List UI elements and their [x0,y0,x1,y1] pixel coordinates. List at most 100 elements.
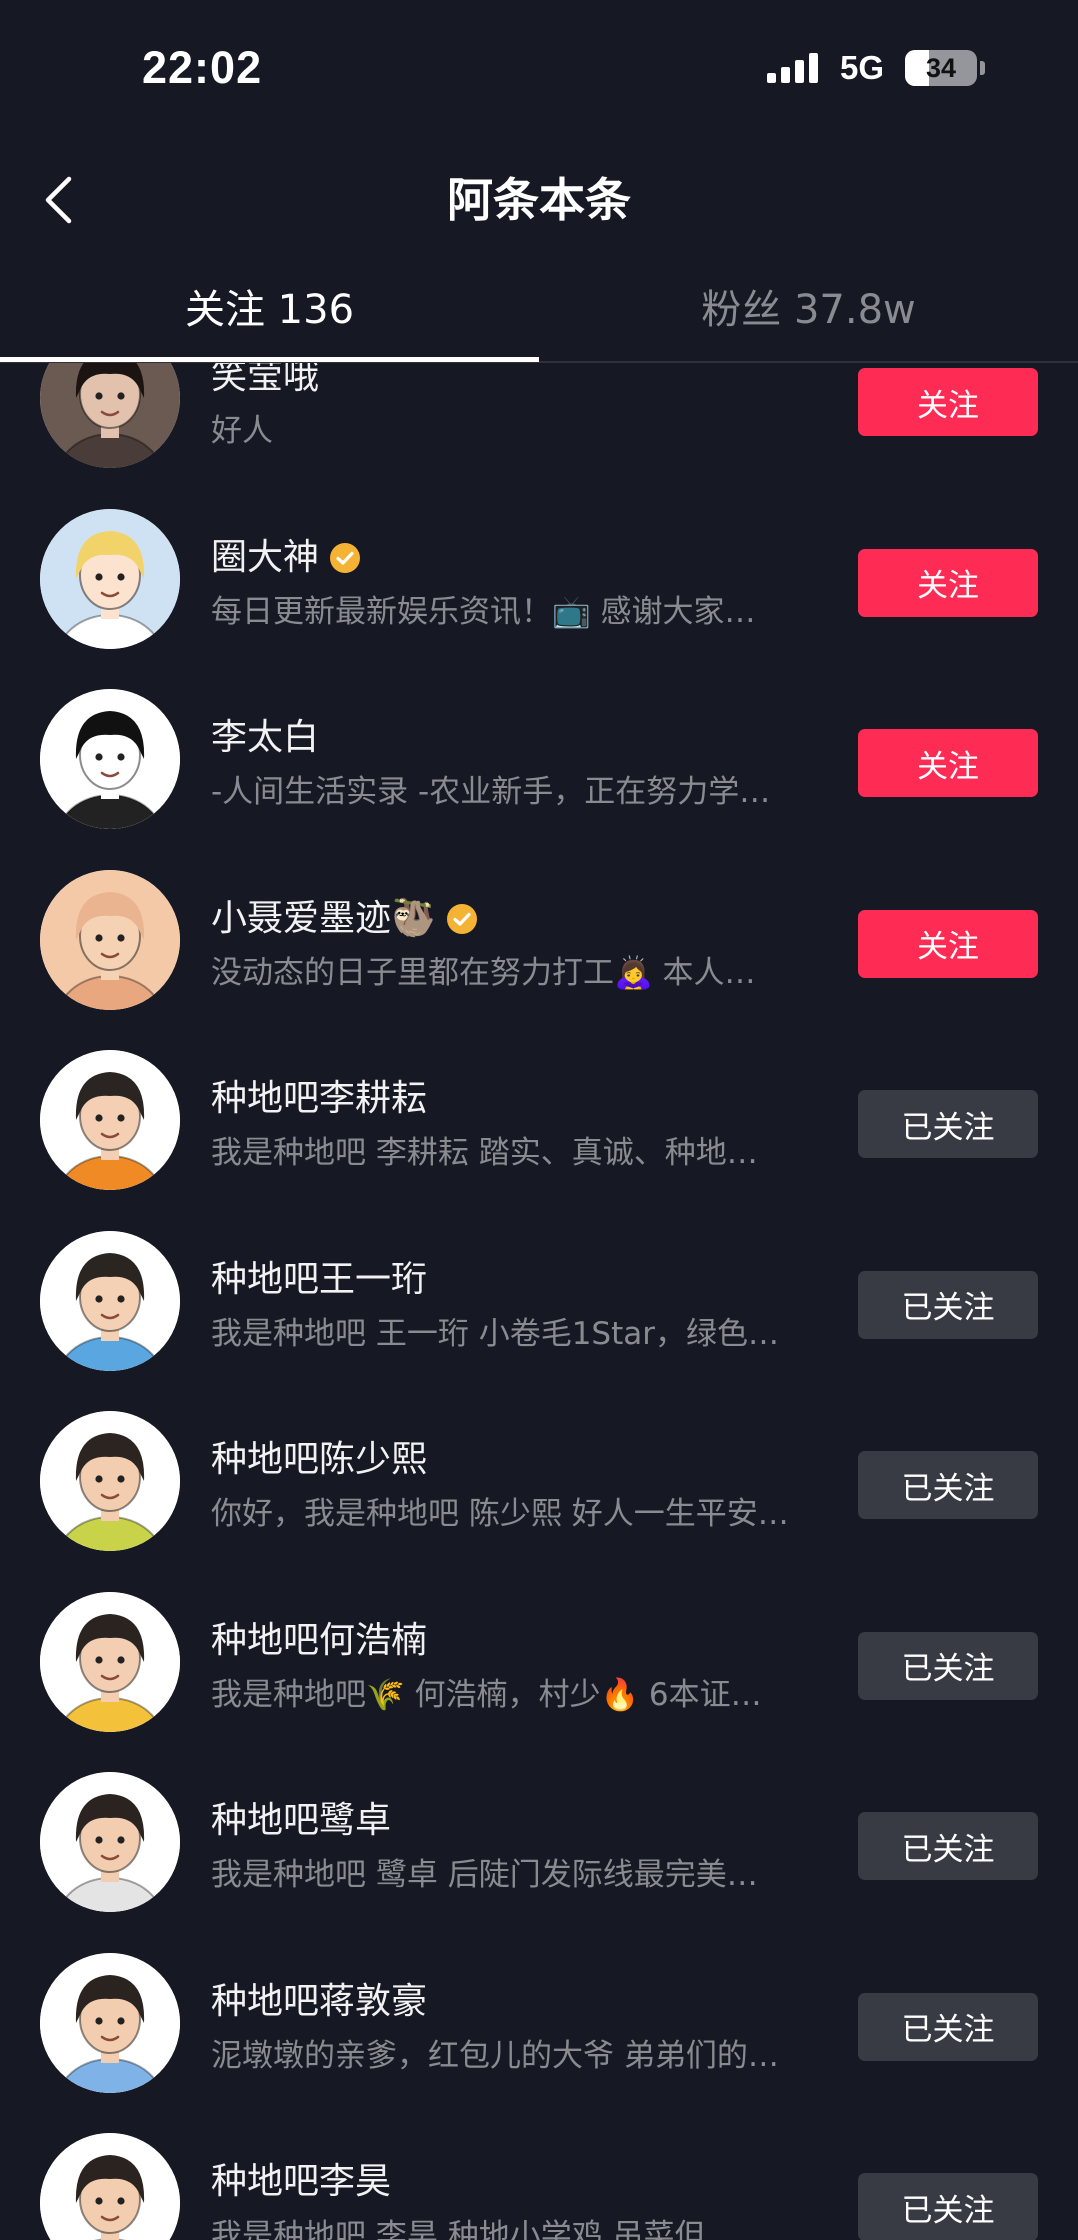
user-name: 小聂爱墨迹🦥 [211,897,436,939]
network-type: 5G [840,49,885,86]
following-list-content: 笑莹哦 好人 关注 圈大神 每日更新最新娱乐资讯！📺 感谢大家… 关注 李太白 [0,363,1078,2240]
follow-button[interactable]: 关注 [858,729,1038,797]
user-bio: 我是种地吧 李昊 种地小学鸡 吊菜但 [211,2218,706,2240]
following-button[interactable]: 已关注 [858,1631,1038,1700]
user-bio: -人间生活实录 -农业新手，正在努力学… [211,774,771,810]
list-item[interactable]: 种地吧鹭卓 我是种地吧 鹭卓 后陡门发际线最完美… 已关注 [0,1752,1078,1933]
user-name-line: 圈大神 [211,536,361,580]
tab-indicator [0,357,539,362]
follow-button-label: 关注 [917,929,979,965]
user-name: 圈大神 [211,536,320,578]
avatar[interactable] [40,1772,180,1912]
signal-bar [767,73,776,83]
avatar-image [40,2133,180,2240]
following-button[interactable]: 已关注 [858,1812,1038,1880]
user-name-line: 种地吧蒋敦豪 [211,1980,427,2024]
avatar[interactable] [40,1591,180,1732]
user-name-line: 种地吧李耕耘 [211,1077,427,1121]
user-name: 种地吧王一珩 [211,1258,428,1300]
list-item[interactable]: 圈大神 每日更新最新娱乐资讯！📺 感谢大家… 关注 [0,489,1078,670]
user-name: 种地吧李昊 [211,2161,392,2202]
user-name: 种地吧鹭卓 [211,1800,392,1841]
list-item[interactable]: 种地吧王一珩 我是种地吧 王一珩 小卷毛1Star，绿色… 已关注 [0,1211,1078,1392]
list-item[interactable]: 小聂爱墨迹🦥 没动态的日子里都在努力打工🙇‍♀️ 本人… 关注 [0,850,1078,1031]
user-name-line: 种地吧陈少熙 [211,1438,427,1482]
avatar[interactable] [40,2133,180,2240]
avatar[interactable] [40,1050,180,1190]
user-name-line: 小聂爱墨迹🦥 [211,897,478,941]
avatar-image [40,1230,180,1371]
user-bio: 我是种地吧 王一珩 小卷毛1Star，绿色… [211,1315,780,1352]
avatar[interactable] [40,1411,180,1551]
user-name-line: 李太白 [211,716,319,760]
follow-button-label: 已关注 [901,2012,995,2048]
user-bio: 每日更新最新娱乐资讯！📺 感谢大家… [211,593,756,630]
user-bio: 我是种地吧 鹭卓 后陡门发际线最完美… [211,1857,758,1893]
list-item[interactable]: 种地吧蒋敦豪 泥墩墩的亲爹，红包儿的大爷 弟弟们的… 已关注 [0,1933,1078,2114]
page-title: 阿条本条 [447,173,631,227]
avatar-image [40,363,180,468]
follow-button-label: 已关注 [901,1290,995,1326]
battery-nub [980,61,985,75]
follow-button-label: 关注 [917,748,979,785]
signal-bar [781,67,790,83]
tab-bar: 关注 136 粉丝 37.8w [0,262,1078,358]
avatar-image [40,869,180,1010]
tab-following[interactable]: 关注 136 [0,262,539,358]
user-name: 种地吧李耕耘 [211,1078,428,1119]
user-name-line: 种地吧鹭卓 [211,1799,391,1843]
avatar-image [40,508,180,649]
user-bio: 泥墩墩的亲爹，红包儿的大爷 弟弟们的… [211,2037,779,2074]
user-name-line: 种地吧王一珩 [211,1258,427,1302]
cellular-signal-icon [767,53,818,83]
list-item[interactable]: 种地吧何浩楠 我是种地吧🌾 何浩楠，村少🔥 6本证… 已关注 [0,1572,1078,1753]
following-list[interactable]: 笑莹哦 好人 关注 圈大神 每日更新最新娱乐资讯！📺 感谢大家… 关注 李太白 [0,363,1078,2240]
user-name-line: 笑莹哦 [211,363,319,399]
list-item[interactable]: 种地吧陈少熙 你好，我是种地吧 陈少熙 好人一生平安… 已关注 [0,1391,1078,1572]
signal-bar [795,60,804,83]
user-bio: 好人 [211,413,273,449]
user-name-line: 种地吧李昊 [211,2160,391,2204]
follow-button-label: 已关注 [901,1831,995,1868]
following-button[interactable]: 已关注 [858,1090,1038,1158]
avatar[interactable] [40,508,180,649]
user-name: 笑莹哦 [211,363,320,397]
tab-followers[interactable]: 粉丝 37.8w [539,262,1078,358]
follow-button-label: 已关注 [901,1651,995,1687]
list-item[interactable]: 种地吧李昊 我是种地吧 李昊 种地小学鸡 吊菜但 已关注 [0,2113,1078,2240]
avatar-image [40,1952,180,2093]
user-name: 种地吧蒋敦豪 [211,1980,428,2022]
chevron-left-icon[interactable] [44,176,74,224]
avatar-image [40,1591,180,1732]
signal-bar [809,53,818,83]
avatar-image [40,1050,180,1190]
user-bio: 我是种地吧 李耕耘 踏实、真诚、种地… [211,1135,758,1171]
avatar[interactable] [40,1952,180,2093]
following-button[interactable]: 已关注 [858,1451,1038,1519]
follow-button-label: 已关注 [901,1109,995,1146]
avatar-image [40,689,180,829]
list-item[interactable]: 笑莹哦 好人 关注 [0,363,1078,489]
user-bio: 我是种地吧🌾 何浩楠，村少🔥 6本证… [211,1676,762,1713]
avatar[interactable] [40,1230,180,1371]
avatar[interactable] [40,363,180,468]
follow-button-label: 已关注 [901,2192,995,2229]
list-item[interactable]: 种地吧李耕耘 我是种地吧 李耕耘 踏实、真诚、种地… 已关注 [0,1030,1078,1211]
avatar[interactable] [40,869,180,1010]
follow-button[interactable]: 关注 [858,548,1038,617]
verified-check-icon [446,903,478,935]
battery-icon: 34 [905,50,977,86]
follow-button[interactable]: 关注 [858,368,1038,436]
follow-button-label: 已关注 [901,1470,995,1507]
avatar[interactable] [40,689,180,829]
following-button[interactable]: 已关注 [858,1270,1038,1339]
follow-button-label: 关注 [917,387,979,424]
user-bio: 没动态的日子里都在努力打工🙇‍♀️ 本人… [211,954,756,991]
following-button[interactable]: 已关注 [858,2173,1038,2240]
status-time: 22:02 [142,42,263,93]
list-item[interactable]: 李太白 -人间生活实录 -农业新手，正在努力学… 关注 [0,669,1078,850]
verified-check-icon [329,542,361,574]
follow-button[interactable]: 关注 [858,909,1038,978]
avatar-image [40,1411,180,1551]
following-button[interactable]: 已关注 [858,1992,1038,2061]
